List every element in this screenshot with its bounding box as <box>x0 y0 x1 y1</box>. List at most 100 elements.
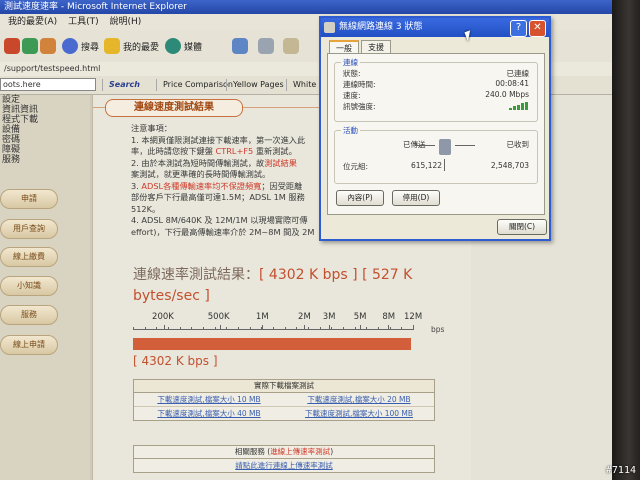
nav-link[interactable]: 障礙 <box>0 145 90 155</box>
disable-button[interactable]: 停用(D) <box>392 190 440 206</box>
speed-bar <box>133 338 411 350</box>
table-row: 下載速度測試,檔案大小 10 MB 下載速度測試,檔案大小 20 MB <box>134 393 434 407</box>
network-icon <box>324 22 335 33</box>
nav-link[interactable]: 設定 <box>0 95 90 105</box>
search-button[interactable]: 搜尋 <box>62 36 99 56</box>
download-100mb-link[interactable]: 下載速度測試,檔案大小 100 MB <box>284 407 434 420</box>
link-price-comparison[interactable]: Price Comparison <box>156 79 233 91</box>
media-icon <box>165 38 181 54</box>
browser-title: 測試速度速率 - Microsoft Internet Explorer <box>4 2 187 12</box>
mail-button[interactable] <box>232 36 251 56</box>
refresh-button[interactable] <box>22 36 41 56</box>
favorites-button[interactable]: 我的最愛 <box>104 36 159 56</box>
upload-test-link[interactable]: 請點此進行連線上傳速率測試 <box>134 459 434 472</box>
print-icon <box>258 38 274 54</box>
nav-link[interactable]: 程式下載 <box>0 115 90 125</box>
dialog-panel: 連線 狀態: 已連線 連線時間: 00:08:41 速度: 240.0 Mbps… <box>327 53 545 215</box>
menu-help[interactable]: 說明(H) <box>109 17 141 27</box>
scale-minor-tick <box>354 327 356 330</box>
nav-button-payment[interactable]: 線上繳費 <box>0 247 58 267</box>
activity-group-label: 活動 <box>341 125 360 136</box>
scale-minor-tick <box>389 327 391 330</box>
status-value: 已連線 <box>506 69 530 78</box>
help-button[interactable]: ? <box>510 20 527 37</box>
scale-minor-tick <box>191 327 193 330</box>
result-prefix: 連線速率測試結果： <box>133 267 259 283</box>
scale-tick <box>304 325 306 330</box>
download-20mb-link[interactable]: 下載速度測試,檔案大小 20 MB <box>284 393 434 406</box>
scale-minor-tick <box>261 327 263 330</box>
watermark: #7114 <box>605 465 636 476</box>
nav-button-apply[interactable]: 申請 <box>0 189 58 209</box>
link-white-pages[interactable]: White P <box>286 79 324 91</box>
scale-minor-tick <box>179 327 181 330</box>
wireless-status-dialog: 無線網路連線 3 狀態 ? ✕ 一般 支援 連線 狀態: 已連線 連線時間: 0… <box>319 16 551 241</box>
signal-strength-icon <box>509 102 529 110</box>
link-search[interactable]: Search <box>102 79 140 91</box>
related-services: 相關服務 (進線上傳速率測試) 請點此進行連線上傳速率測試 <box>133 445 435 473</box>
browser-title-bar: 測試速度速率 - Microsoft Internet Explorer <box>0 0 612 14</box>
scale-tick-label: 5M <box>353 312 367 322</box>
scale-minor-tick <box>273 327 274 330</box>
link-yellow-pages[interactable]: Yellow Pages <box>226 79 284 91</box>
search-combo[interactable]: oots.here <box>0 78 96 91</box>
download-10mb-link[interactable]: 下載速度測試,檔案大小 10 MB <box>134 393 284 406</box>
scale-minor-tick <box>319 327 321 330</box>
related-header: 相關服務 (進線上傳速率測試) <box>134 446 434 459</box>
bytes-label: 位元組: <box>343 162 369 171</box>
scale-tick-label: 12M <box>404 312 423 322</box>
menu-favorites[interactable]: 我的最愛(A) <box>8 17 57 27</box>
dialog-title: 無線網路連線 3 狀態 <box>339 22 423 32</box>
sent-bytes: 615,122 <box>411 161 443 170</box>
scale-minor-tick <box>284 327 286 330</box>
edit-button[interactable] <box>283 36 302 56</box>
close-button[interactable]: ✕ <box>529 20 546 37</box>
bytes-divider <box>444 159 445 171</box>
nav-button-service[interactable]: 服務 <box>0 305 58 325</box>
nav-link[interactable]: 設備 <box>0 125 90 135</box>
home-button[interactable] <box>40 36 59 56</box>
status-label: 狀態: <box>343 69 361 78</box>
download-40mb-link[interactable]: 下載速度測試,檔案大小 40 MB <box>134 407 284 420</box>
scale-tick <box>328 325 330 330</box>
scale-tick-label: 200K <box>152 312 174 322</box>
properties-button[interactable]: 內容(P) <box>336 190 384 206</box>
nav-link[interactable]: 資訊資訊 <box>0 105 90 115</box>
recv-line <box>455 145 475 146</box>
scale-tick <box>359 325 361 330</box>
nav-link[interactable]: 密碼 <box>0 135 90 145</box>
media-button[interactable]: 媒體 <box>165 36 202 56</box>
refresh-icon <box>22 38 38 54</box>
dialog-close-button[interactable]: 關閉(C) <box>497 219 547 235</box>
search-icon <box>62 38 78 54</box>
scale-tick <box>219 325 221 330</box>
scale-minor-tick <box>238 327 239 330</box>
scale-tick-label: 3M <box>322 312 336 322</box>
dialog-title-bar[interactable]: 無線網路連線 3 狀態 ? ✕ <box>321 18 549 37</box>
tab-support[interactable]: 支援 <box>361 40 391 54</box>
scale-minor-tick <box>343 327 344 330</box>
scale-minor-tick <box>401 327 403 330</box>
scale-tick-label: 8M <box>382 312 396 322</box>
nav-button-online-apply[interactable]: 線上申請 <box>0 335 58 355</box>
activity-group: 活動 已傳送 已收到 位元組: 615,122 2,548,703 <box>334 125 538 184</box>
section-title: 連線速度測試結果 <box>105 99 243 117</box>
edit-icon <box>283 38 299 54</box>
home-icon <box>40 38 56 54</box>
connection-group: 連線 狀態: 已連線 連線時間: 00:08:41 速度: 240.0 Mbps… <box>334 57 538 122</box>
scale-tick-label: 2M <box>298 312 311 322</box>
nav-button-query[interactable]: 用戶查詢 <box>0 219 58 239</box>
address-value: /support/testspeed.html <box>4 64 101 73</box>
menu-tools[interactable]: 工具(T) <box>68 17 99 27</box>
scale-minor-tick <box>156 327 158 330</box>
nav-link[interactable]: 服務 <box>0 155 90 165</box>
scale-minor-tick <box>331 327 333 330</box>
received-bytes: 2,548,703 <box>490 161 529 170</box>
connection-group-label: 連線 <box>341 57 360 68</box>
nav-button-knowledge[interactable]: 小知識 <box>0 276 58 296</box>
print-button[interactable] <box>258 36 277 56</box>
stop-button[interactable] <box>4 36 23 56</box>
scale-tick-label: 500K <box>207 312 230 322</box>
dialog-tabs: 一般 支援 <box>327 40 543 55</box>
download-table-header: 實際下載檔案測試 <box>134 380 434 393</box>
